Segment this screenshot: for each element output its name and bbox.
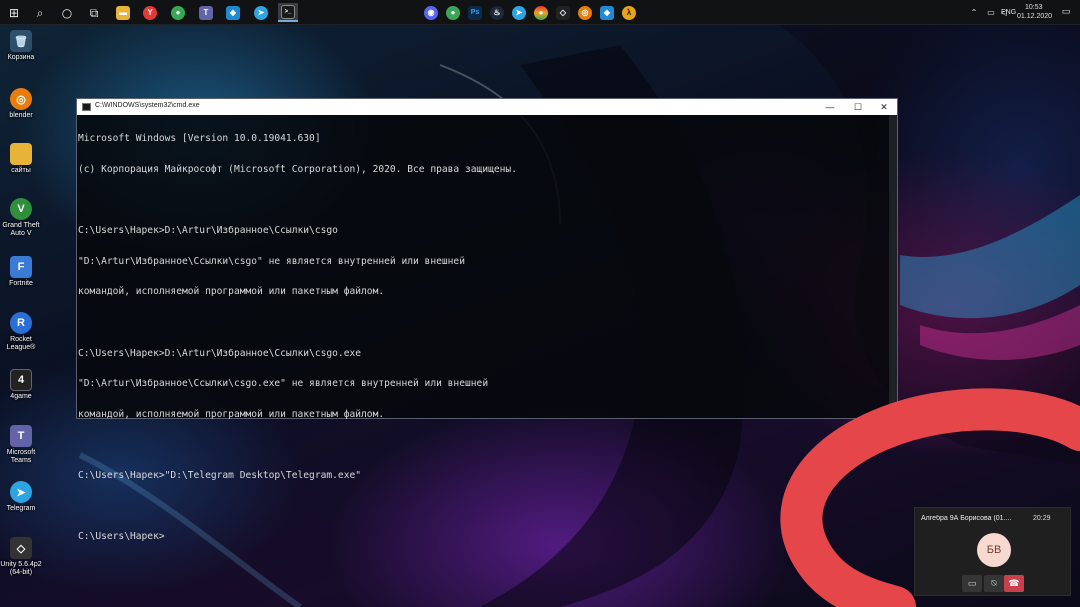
call-title[interactable]: Алгебра 9А Борисова (01.... bbox=[921, 515, 1029, 522]
mute-button[interactable]: ⍉ bbox=[984, 575, 1004, 592]
microphone-off-icon: ⍉ bbox=[991, 578, 997, 589]
avatar: БВ bbox=[977, 533, 1011, 567]
call-widget[interactable]: Алгебра 9А Борисова (01.... 20:29 БВ ▭ ⍉… bbox=[914, 507, 1071, 596]
camera-button[interactable]: ▭ bbox=[962, 575, 982, 592]
call-timer: 20:29 bbox=[1033, 515, 1051, 522]
camera-icon: ▭ bbox=[967, 578, 977, 589]
hang-up-button[interactable]: ☎ bbox=[1004, 575, 1024, 592]
phone-hangup-icon: ☎ bbox=[1008, 578, 1020, 589]
